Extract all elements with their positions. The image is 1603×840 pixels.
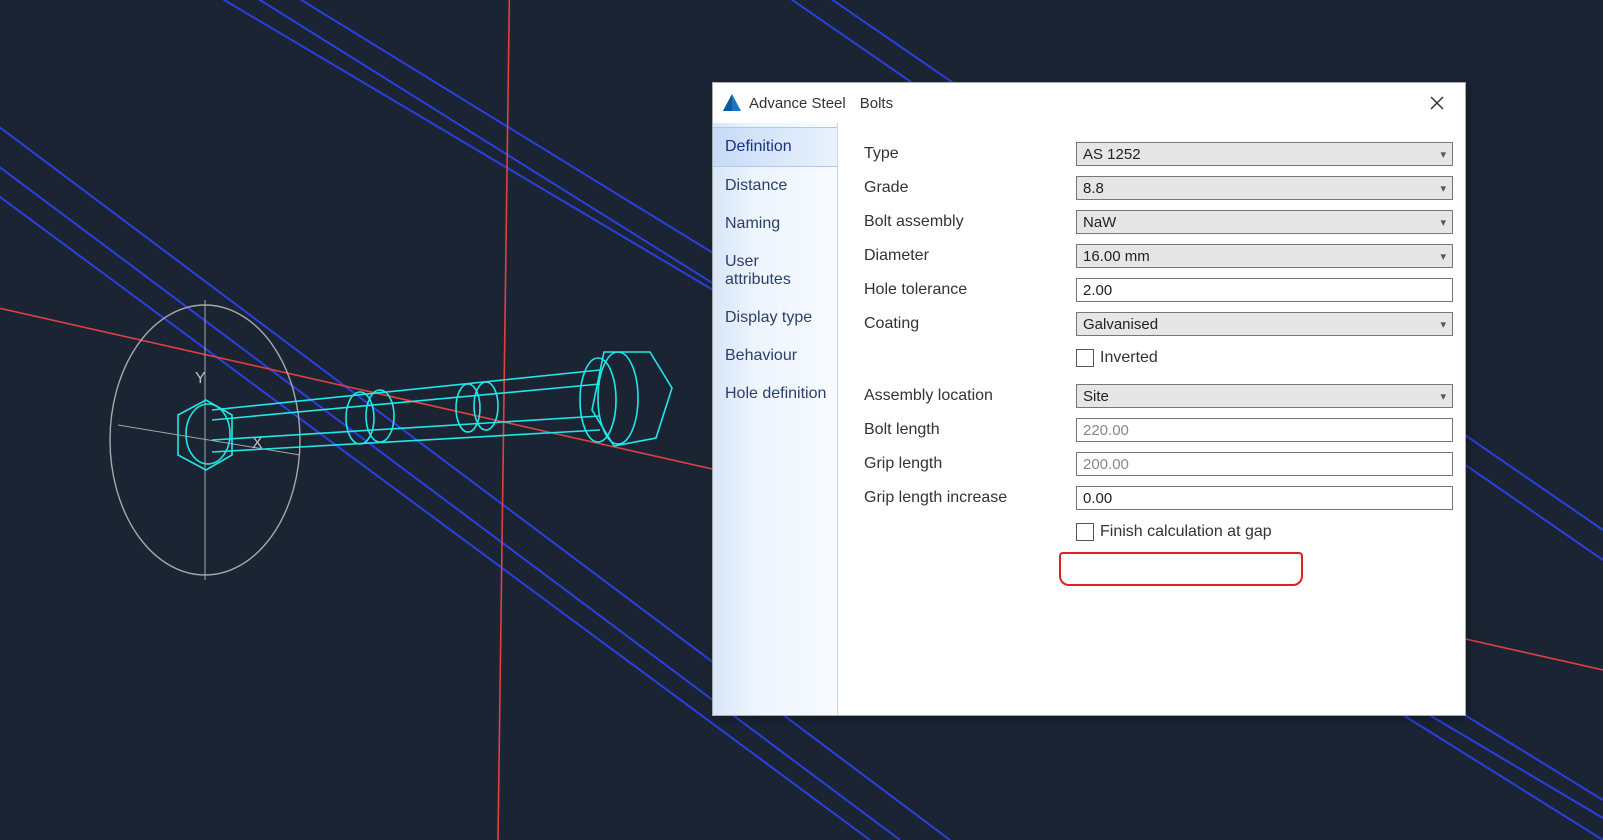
close-button[interactable] — [1417, 83, 1457, 123]
chevron-down-icon: ▾ — [1440, 216, 1446, 229]
input-bolt-length: 220.00 — [1076, 418, 1453, 442]
input-grip-length-value: 200.00 — [1083, 456, 1129, 473]
input-hole-tolerance-value: 2.00 — [1083, 282, 1112, 299]
select-assembly-location[interactable]: Site ▾ — [1076, 384, 1453, 408]
select-bolt-assembly[interactable]: NaW ▾ — [1076, 210, 1453, 234]
dialog-subtitle: Bolts — [860, 95, 893, 112]
select-grade[interactable]: 8.8 ▾ — [1076, 176, 1453, 200]
label-assembly-location: Assembly location — [864, 387, 1076, 405]
tab-display-type[interactable]: Display type — [713, 299, 837, 337]
select-diameter[interactable]: 16.00 mm ▾ — [1076, 244, 1453, 268]
tab-naming[interactable]: Naming — [713, 205, 837, 243]
chevron-down-icon: ▾ — [1440, 148, 1446, 161]
select-assembly-location-value: Site — [1083, 388, 1109, 405]
close-icon — [1430, 96, 1444, 110]
label-bolt-length: Bolt length — [864, 421, 1076, 439]
axis-label-y: Y — [195, 370, 206, 387]
chevron-down-icon: ▾ — [1440, 250, 1446, 263]
tab-distance[interactable]: Distance — [713, 167, 837, 205]
dialog-titlebar[interactable]: Advance Steel Bolts — [713, 83, 1465, 123]
input-grip-length-increase-value: 0.00 — [1083, 490, 1112, 507]
tab-user-attributes[interactable]: User attributes — [713, 243, 837, 299]
dialog-title: Advance Steel — [749, 95, 846, 112]
select-type-value: AS 1252 — [1083, 146, 1141, 163]
form-panel: Type AS 1252 ▾ Grade 8.8 ▾ Bolt assembly N… — [838, 123, 1465, 715]
chevron-down-icon: ▾ — [1440, 182, 1446, 195]
select-coating-value: Galvanised — [1083, 316, 1158, 333]
label-finish-calculation-at-gap: Finish calculation at gap — [1100, 523, 1272, 541]
label-type: Type — [864, 145, 1076, 163]
label-grip-length-increase: Grip length increase — [864, 489, 1076, 507]
select-bolt-assembly-value: NaW — [1083, 214, 1116, 231]
checkbox-inverted[interactable] — [1076, 349, 1094, 367]
input-grip-length: 200.00 — [1076, 452, 1453, 476]
label-grip-length: Grip length — [864, 455, 1076, 473]
select-coating[interactable]: Galvanised ▾ — [1076, 312, 1453, 336]
label-grade: Grade — [864, 179, 1076, 197]
advance-steel-logo-icon — [721, 92, 743, 114]
label-coating: Coating — [864, 315, 1076, 333]
chevron-down-icon: ▾ — [1440, 318, 1446, 331]
tab-behaviour[interactable]: Behaviour — [713, 337, 837, 375]
chevron-down-icon: ▾ — [1440, 390, 1446, 403]
tab-definition[interactable]: Definition — [713, 127, 837, 167]
checkbox-finish-calculation-at-gap[interactable] — [1076, 523, 1094, 541]
select-type[interactable]: AS 1252 ▾ — [1076, 142, 1453, 166]
label-bolt-assembly: Bolt assembly — [864, 213, 1076, 231]
bolts-dialog: Advance Steel Bolts Definition Distance … — [712, 82, 1466, 716]
select-diameter-value: 16.00 mm — [1083, 248, 1150, 265]
tab-hole-definition[interactable]: Hole definition — [713, 375, 837, 413]
label-inverted: Inverted — [1100, 349, 1158, 367]
input-hole-tolerance[interactable]: 2.00 — [1076, 278, 1453, 302]
input-grip-length-increase[interactable]: 0.00 — [1076, 486, 1453, 510]
label-hole-tolerance: Hole tolerance — [864, 281, 1076, 299]
input-bolt-length-value: 220.00 — [1083, 422, 1129, 439]
label-diameter: Diameter — [864, 247, 1076, 265]
dialog-sidebar: Definition Distance Naming User attribut… — [713, 123, 838, 715]
select-grade-value: 8.8 — [1083, 180, 1104, 197]
